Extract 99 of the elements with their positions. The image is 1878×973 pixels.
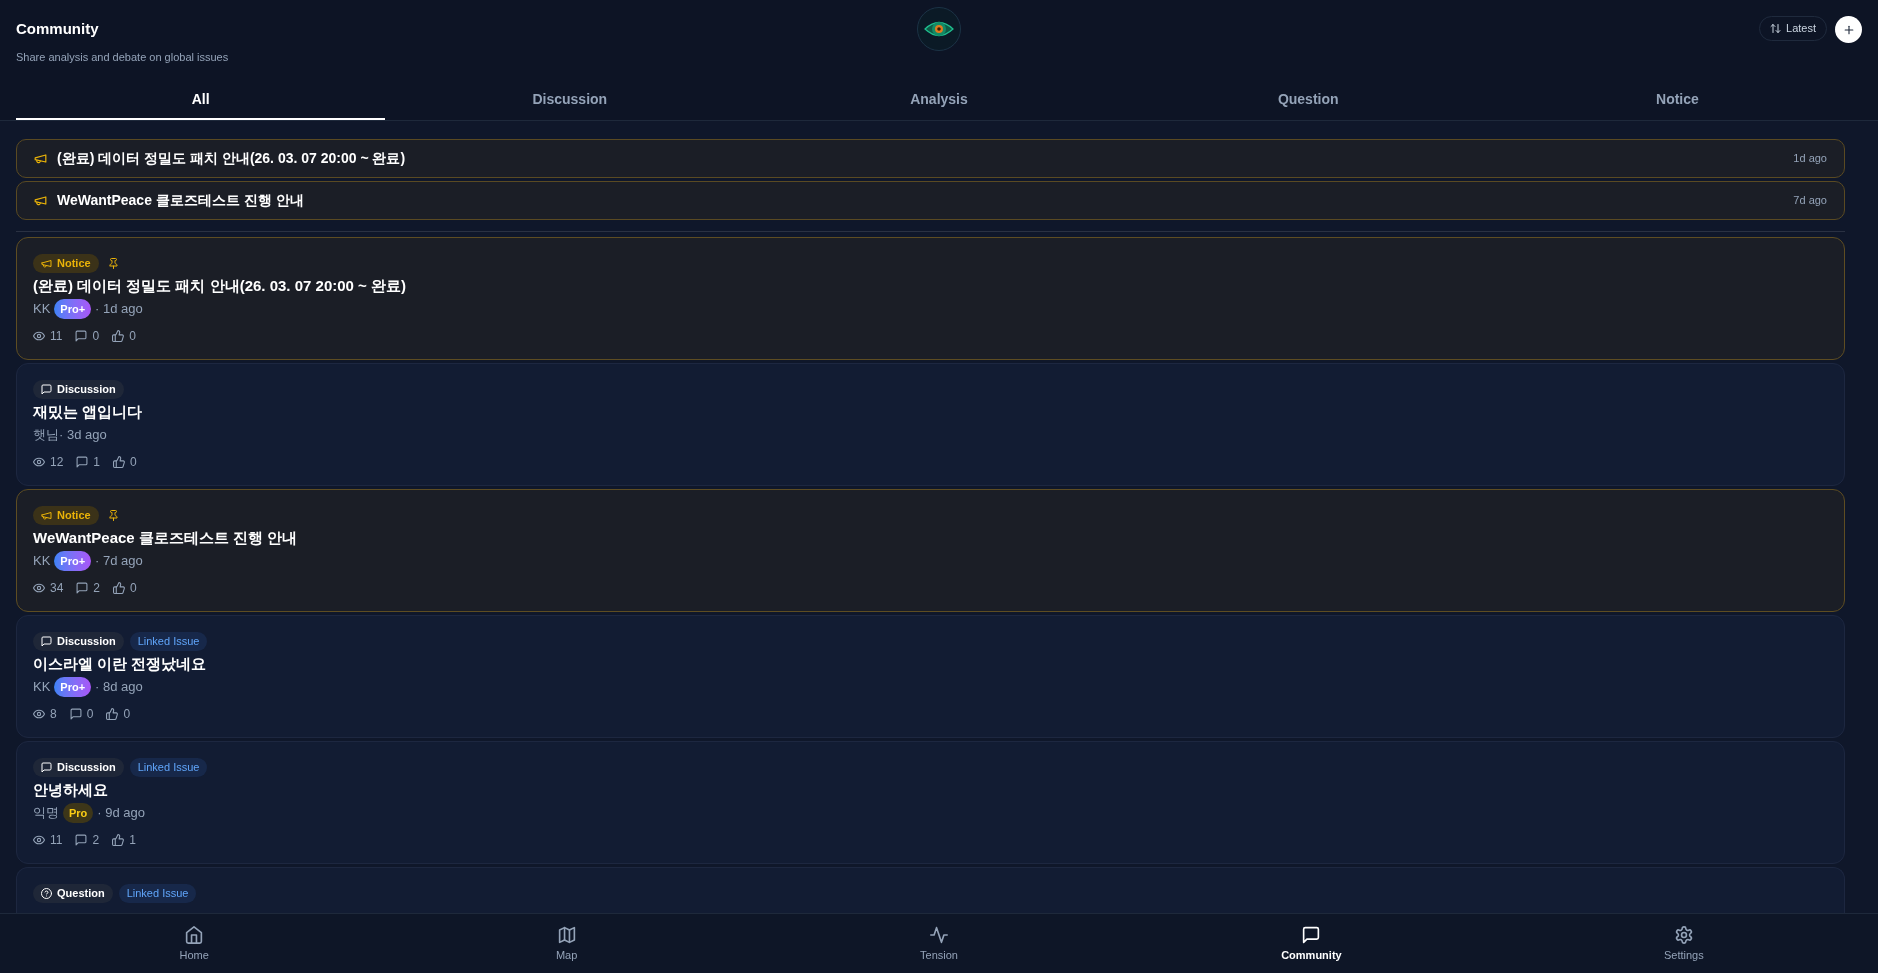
speech-bubble-icon [1302,926,1321,944]
author-name: 익명 [33,804,59,823]
comment-count: 2 [92,832,100,849]
like-count: 0 [130,454,137,471]
author-name: 햇님 [33,426,59,445]
post-title: 이스라엘 이란 전쟁났네요 [33,654,207,674]
megaphone-icon [41,258,52,269]
thumbs-up-icon [113,582,126,594]
filter-tab[interactable]: Question [1123,80,1493,120]
speech-bubble-icon [69,708,82,720]
comment-count: 0 [92,328,100,345]
comment-count: 0 [86,706,94,723]
like-count: 0 [123,706,131,723]
map-icon [557,926,576,944]
view-count: 8 [50,706,57,723]
category-label: Notice [57,256,91,272]
thumbs-up-icon [106,708,119,720]
notice-title: WeWantPeace 클로즈테스트 진행 안내 [57,191,304,210]
post-card[interactable]: Discussion Linked Issue 안녕하세요 익명 Pro · 9d ago 11 2 1 [16,741,1845,864]
author-name: KK [33,552,51,571]
post-time: · 1d ago [95,300,143,319]
tier-badge: Pro [63,803,94,823]
like-count: 0 [130,580,137,597]
speech-bubble-icon [41,636,52,647]
post-card[interactable]: Notice (완료) 데이터 정밀도 패치 안내(26. 03. 07 20:00 ~ 완료) KK Pro+ · 1d ago 11 0 0 [16,237,1845,360]
linked-issue-tag: Linked Issue [129,632,208,651]
nav-button[interactable]: Settings [1497,914,1871,973]
post-card[interactable]: Discussion 재밌는 앱입니다 햇님· 3d ago 12 1 0 [16,363,1845,486]
category-label: Notice [57,508,91,524]
notice-time: 1d ago [1793,151,1827,167]
notice-banner[interactable]: WeWantPeace 클로즈테스트 진행 안내 7d ago [16,181,1845,220]
page-title: Community [16,19,99,39]
eye-icon [33,708,45,720]
nav-button[interactable]: Community [1125,914,1498,973]
post-card[interactable]: Discussion Linked Issue 이스라엘 이란 전쟁났네요 KK Pro+ · 8d ago 8 0 0 [16,615,1845,738]
category-label: Discussion [57,634,116,650]
post-card[interactable]: Question Linked Issue [16,867,1845,913]
megaphone-icon [41,510,52,521]
nav-button[interactable]: Tension [752,914,1126,973]
like-count: 1 [129,832,136,849]
speech-bubble-icon [76,582,89,594]
post-title: (완료) 데이터 정밀도 패치 안내(26. 03. 07 20:00 ~ 완료) [33,276,406,296]
eye-icon [33,330,45,342]
comment-count: 2 [93,580,101,597]
post-title: 재밌는 앱입니다 [33,402,143,422]
post-time: · 7d ago [95,552,143,571]
sort-arrows-icon [1770,23,1782,34]
linked-issue-tag: Linked Issue [118,884,197,903]
author-name: KK [33,678,51,697]
category-label: Discussion [57,382,116,398]
like-count: 0 [129,328,136,345]
post-title: 안녕하세요 [33,780,108,800]
filter-tab[interactable]: Notice [1492,80,1862,120]
question-circle-icon [41,888,52,899]
post-time: · 9d ago [97,804,146,823]
settings-icon [1674,926,1693,944]
eye-icon [33,582,45,594]
tier-badge: Pro+ [54,299,92,319]
view-count: 34 [50,580,64,597]
tier-badge: Pro+ [54,551,92,571]
filter-tab[interactable]: Discussion [385,80,755,120]
category-label: Discussion [57,760,116,776]
category-label: Question [57,886,105,902]
speech-bubble-icon [41,762,52,773]
view-count: 11 [50,328,63,345]
page-subtitle: Share analysis and debate on global issues [16,50,229,65]
notice-time: 7d ago [1793,193,1827,209]
eye-icon [33,834,45,846]
post-time: · 8d ago [95,678,143,697]
view-count: 12 [50,454,64,471]
thumbs-up-icon [112,330,125,342]
linked-issue-tag: Linked Issue [129,758,208,777]
view-count: 11 [50,832,63,849]
author-name: KK [33,300,51,319]
pulse-line-icon [930,926,948,944]
tier-badge: Pro+ [54,677,92,697]
notice-banner[interactable]: (완료) 데이터 정밀도 패치 안내(26. 03. 07 20:00 ~ 완료) 1d ago [16,139,1845,178]
filter-tab[interactable]: All [16,80,386,120]
nav-button[interactable]: Map [380,914,753,973]
nav-button[interactable]: Home [8,914,381,973]
eye-icon [33,456,45,468]
megaphone-icon [34,152,47,165]
add-post-button[interactable] [1835,16,1862,43]
comment-count: 1 [93,454,101,471]
speech-bubble-icon [76,456,89,468]
post-time: · 3d ago [59,426,107,445]
thumbs-up-icon [112,834,125,846]
thumbs-up-icon [113,456,126,468]
eye-logo [917,7,961,51]
post-title: WeWantPeace 클로즈테스트 진행 안내 [33,528,298,548]
filter-tab[interactable]: Analysis [754,80,1124,120]
notice-title: (완료) 데이터 정밀도 패치 안내(26. 03. 07 20:00 ~ 완료) [57,149,406,168]
speech-bubble-icon [41,384,52,395]
home-icon [185,926,204,944]
speech-bubble-icon [75,834,88,846]
speech-bubble-icon [75,330,88,342]
megaphone-icon [34,194,47,207]
plus-icon [1842,23,1855,36]
post-card[interactable]: Notice WeWantPeace 클로즈테스트 진행 안내 KK Pro+ · 7d ago 34 2 0 [16,489,1845,612]
